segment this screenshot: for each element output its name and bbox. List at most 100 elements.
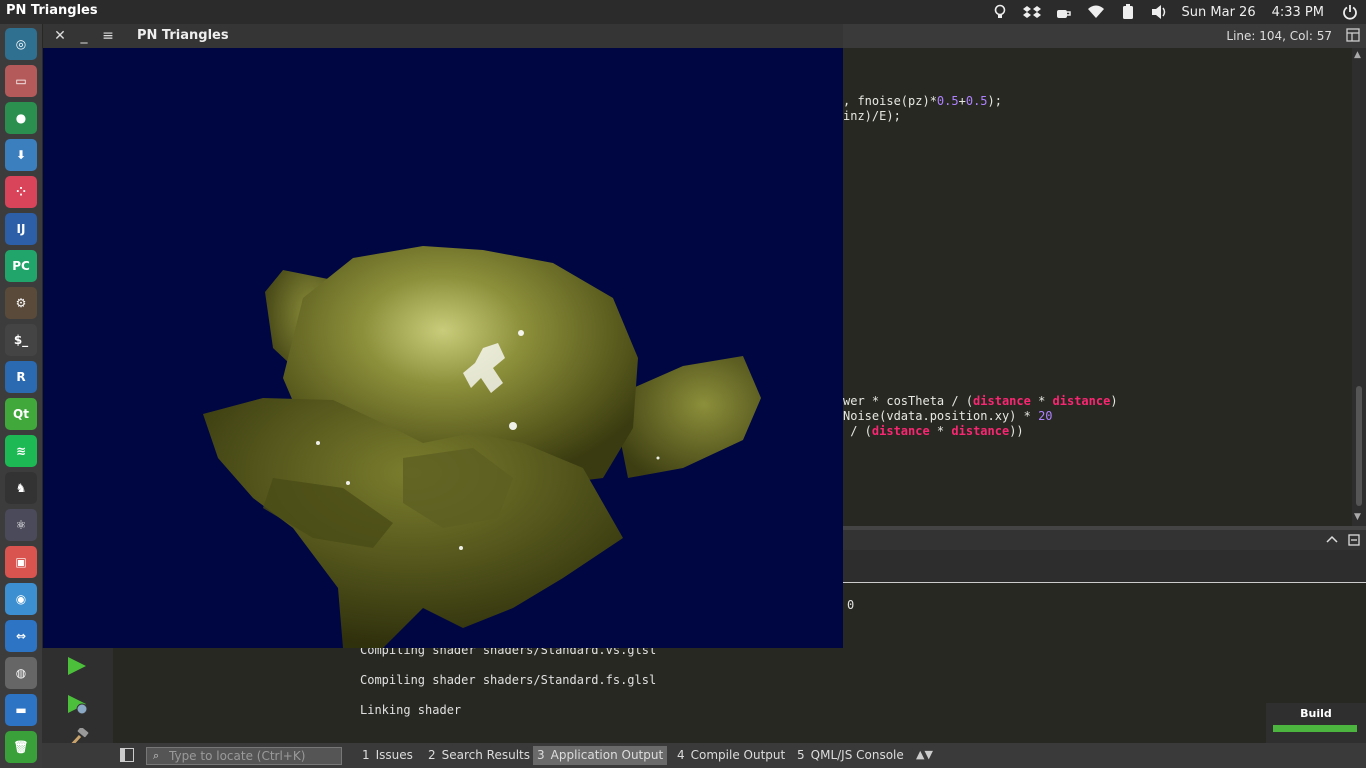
run-icon[interactable] [66, 656, 88, 676]
window-titlebar[interactable]: ✕ _ ≡ PN Triangles [43, 24, 843, 48]
code-line: wer * cosTheta / (distance * distance) [843, 394, 1118, 409]
launcher: ◎ ▭ ● ⬇ ⁘ IJ PC ⚙ $_ R Qt ≋ ♞ ⚛ ▣ ◉ ⇔ ◍ ▬ 🗑 [0, 24, 42, 768]
tab-label: Compile Output [690, 748, 786, 762]
system-settings-icon[interactable]: ◉ [5, 583, 37, 615]
split-editor-icon[interactable] [1346, 28, 1360, 42]
terminal-icon[interactable]: $_ [5, 324, 37, 356]
system-tray: Sun Mar 26 4:33 PM [984, 0, 1366, 24]
code-token: distance [1052, 394, 1111, 408]
dash-icon[interactable]: ◎ [5, 28, 37, 60]
editor-scrollbar[interactable]: ▲ ▼ [1352, 48, 1366, 526]
tab-label: Issues [375, 748, 413, 762]
tab-number: 3 [537, 748, 545, 762]
code-token: 0.5 [965, 94, 988, 108]
mode-selector [42, 648, 113, 750]
output-line: 0 [847, 598, 855, 612]
workspace-icon[interactable]: ▬ [5, 694, 37, 726]
close-window-button[interactable]: ✕ [51, 27, 69, 45]
output-tab-qml-js-console[interactable]: 5 QML/JS Console [793, 746, 908, 765]
scrollbar-thumb[interactable] [1356, 386, 1362, 506]
pn-triangles-window[interactable]: ✕ _ ≡ PN Triangles [43, 24, 843, 648]
toggle-sidebar-icon[interactable] [120, 748, 134, 762]
monkey-head-render [203, 246, 761, 648]
wifi-icon[interactable] [1080, 0, 1112, 24]
code-token: distance [951, 424, 1010, 438]
clock-date[interactable]: Sun Mar 26 [1176, 5, 1266, 20]
battery-icon[interactable] [1112, 0, 1144, 24]
power-icon[interactable] [1334, 0, 1366, 24]
r-icon[interactable]: R [5, 361, 37, 393]
code-line: / (distance * distance)) [843, 424, 1024, 439]
output-line: Compiling shader shaders/Standard.fs.gls… [360, 673, 657, 687]
intellij-icon[interactable]: IJ [5, 213, 37, 245]
tab-label: Application Output [550, 748, 664, 762]
remote-desktop-icon[interactable]: ⇔ [5, 620, 37, 652]
tab-number: 4 [677, 748, 685, 762]
pycharm-icon[interactable]: PC [5, 250, 37, 282]
locator-field[interactable]: ⌕ [146, 747, 342, 765]
volume-icon[interactable] [1144, 0, 1176, 24]
code-token: 20 [1038, 409, 1053, 423]
code-token: , fnoise(pz)* [843, 94, 937, 108]
photo-app-icon[interactable]: ▣ [5, 546, 37, 578]
files-icon[interactable]: ▭ [5, 65, 37, 97]
spotify-icon[interactable]: ≋ [5, 435, 37, 467]
output-pane-toolbar [843, 530, 1366, 550]
output-tab-search-results[interactable]: 2 Search Results [424, 746, 534, 765]
code-line: Noise(vdata.position.xy) * 20 [843, 409, 1053, 424]
top-panel: PN Triangles Sun Mar 26 4:33 PM [0, 0, 1366, 24]
code-token: distance [871, 424, 930, 438]
chrome-icon[interactable]: ● [5, 102, 37, 134]
minimize-window-button[interactable]: _ [75, 27, 93, 45]
lightbulb-icon[interactable] [984, 0, 1016, 24]
output-line: Linking shader [360, 703, 462, 717]
output-tabs-strip [843, 550, 1366, 583]
atom-icon[interactable]: ⚛ [5, 509, 37, 541]
tab-number: 2 [428, 748, 436, 762]
build-progress-bar [1273, 725, 1357, 732]
code-token: * [929, 424, 952, 438]
clock-time[interactable]: 4:33 PM [1266, 5, 1334, 20]
software-center-icon[interactable]: ⬇ [5, 139, 37, 171]
build-label: Build [1300, 707, 1332, 720]
window-menu-button[interactable]: ≡ [99, 27, 117, 45]
cow-app-icon[interactable]: ♞ [5, 472, 37, 504]
search-icon: ⌕ [153, 749, 160, 762]
code-editor[interactable]: , fnoise(pz)*0.5+0.5); inz)/E); wer * cosT… [843, 48, 1352, 526]
maximize-pane-icon[interactable] [1326, 534, 1338, 544]
close-pane-icon[interactable] [1348, 534, 1360, 546]
output-tab-issues[interactable]: 1 Issues [358, 746, 417, 765]
build-progress-widget[interactable]: Build [1266, 703, 1366, 743]
locator-input[interactable] [169, 748, 339, 764]
tab-scroll-arrows-icon[interactable]: ▲▼ [916, 748, 933, 761]
code-token: inz)/E); [843, 109, 901, 123]
settings-gear-icon[interactable]: ⚙ [5, 287, 37, 319]
trash-icon[interactable]: 🗑 [5, 731, 37, 763]
debug-run-icon[interactable] [66, 694, 90, 716]
output-tab-application-output[interactable]: 3 Application Output [533, 746, 668, 765]
tab-label: QML/JS Console [810, 748, 904, 762]
dots-app-icon[interactable]: ⁘ [5, 176, 37, 208]
code-token: * [1030, 394, 1053, 408]
caffeine-icon[interactable] [1048, 0, 1080, 24]
disk-icon[interactable]: ◍ [5, 657, 37, 689]
scroll-up-icon[interactable]: ▲ [1354, 50, 1361, 60]
code-token: / ( [843, 424, 872, 438]
code-token: Noise(vdata.position.xy) * [843, 409, 1039, 423]
scroll-down-icon[interactable]: ▼ [1354, 512, 1361, 522]
qt-creator-icon[interactable]: Qt [5, 398, 37, 430]
tab-number: 1 [362, 748, 370, 762]
tab-label: Search Results [441, 748, 531, 762]
output-status-bar: ⌕ ▲▼ 1 Issues 2 Search Results 3 Application … [42, 743, 1366, 768]
code-line: , fnoise(pz)*0.5+0.5); [843, 94, 1002, 109]
build-progress-fill [1273, 725, 1357, 732]
code-token: wer * cosTheta / ( [843, 394, 974, 408]
cursor-position: Line: 104, Col: 57 [1226, 29, 1332, 43]
dropbox-icon[interactable] [1016, 0, 1048, 24]
output-tab-compile-output[interactable]: 4 Compile Output [673, 746, 789, 765]
code-token: )) [1009, 424, 1024, 438]
tab-number: 5 [797, 748, 805, 762]
render-viewport[interactable] [43, 48, 843, 648]
code-token: ) [1110, 394, 1118, 408]
editor-toolbar: Line: 104, Col: 57 [843, 24, 1366, 48]
